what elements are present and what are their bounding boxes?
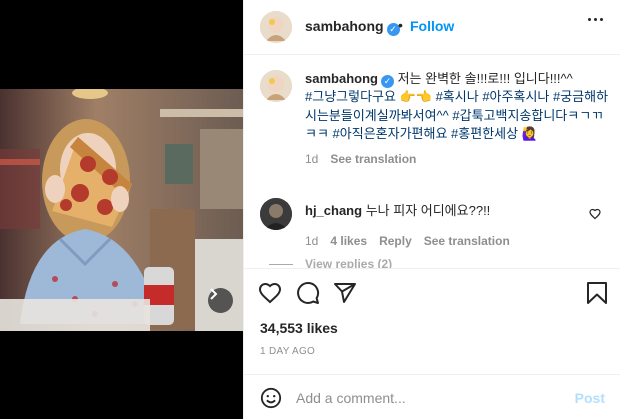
comment-icon[interactable] — [296, 281, 320, 305]
author-avatar[interactable] — [260, 11, 292, 43]
post-comment-button[interactable]: Post — [575, 390, 605, 406]
pointing-emoji: 👉👈 — [399, 89, 432, 105]
caption-text: sambahong ✓ 저는 완벽한 솔!!!로!!! 입니다!!!^^ #그냥그… — [305, 70, 610, 168]
photo-illustration — [0, 89, 243, 331]
comment-text: 누나 피자 어디에요??!! — [365, 203, 491, 218]
avatar-illustration — [260, 70, 292, 102]
avatar-illustration — [260, 198, 292, 230]
verified-badge-icon: ✓ — [380, 75, 394, 88]
comment-input[interactable] — [296, 387, 566, 409]
emoji-icon[interactable] — [260, 387, 282, 409]
hashtag[interactable]: #그냥그렇다구요 — [305, 89, 396, 104]
raising-hand-emoji: 🙋‍♀️ — [521, 126, 538, 142]
post-media — [0, 0, 243, 419]
see-translation-button[interactable]: See translation — [424, 234, 510, 248]
caption-line1: 저는 완벽한 솔!!!로!!! 입니다!!!^^ — [397, 71, 573, 86]
follow-button[interactable]: Follow — [410, 18, 454, 34]
share-icon[interactable] — [333, 281, 357, 305]
heart-icon[interactable] — [258, 281, 282, 305]
author-username[interactable]: sambahong ✓ — [305, 18, 400, 36]
reply-button[interactable]: Reply — [379, 234, 412, 248]
caption-time[interactable]: 1d — [305, 152, 318, 166]
post-photo[interactable] — [0, 89, 243, 331]
comment-time[interactable]: 1d — [305, 234, 318, 248]
caption-username[interactable]: sambahong ✓ — [305, 71, 394, 88]
post-panel: sambahong ✓ • Follow sambahong ✓ 저는 완벽한 솔!… — [243, 0, 620, 419]
bookmark-icon[interactable] — [586, 281, 608, 305]
post-header: sambahong ✓ • Follow — [244, 0, 620, 55]
more-options-icon[interactable] — [588, 18, 603, 21]
post-actions: 34,553 likes 1 DAY AGO Post — [244, 268, 620, 419]
post-date[interactable]: 1 DAY AGO — [260, 346, 315, 357]
hashtag[interactable]: #아주혹시나 — [482, 89, 549, 104]
add-comment-bar: Post — [244, 374, 620, 419]
separator-dot: • — [398, 17, 403, 33]
carousel-next-button[interactable] — [208, 288, 233, 313]
commenter-avatar[interactable] — [260, 198, 292, 230]
comment-meta: 1d 4 likes Reply See translation — [305, 232, 585, 250]
hashtag[interactable]: #홍편한세상 — [451, 126, 518, 141]
caption-meta: 1d See translation — [305, 150, 610, 168]
commenter-username[interactable]: hj_chang — [305, 203, 362, 218]
comment-likes-link[interactable]: 4 likes — [330, 234, 367, 248]
likes-count[interactable]: 34,553 likes — [260, 320, 338, 336]
caption-avatar[interactable] — [260, 70, 292, 102]
hashtag[interactable]: #아직은혼자가편해요 — [333, 126, 448, 141]
hashtag[interactable]: #혹시나 — [436, 89, 479, 104]
heart-icon[interactable] — [589, 208, 601, 220]
chevron-right-icon — [210, 288, 218, 300]
comment-body: hj_chang 누나 피자 어디에요??!! 1d 4 likes Reply Se… — [305, 202, 585, 250]
avatar-illustration — [260, 11, 292, 43]
see-translation-button[interactable]: See translation — [330, 152, 416, 166]
